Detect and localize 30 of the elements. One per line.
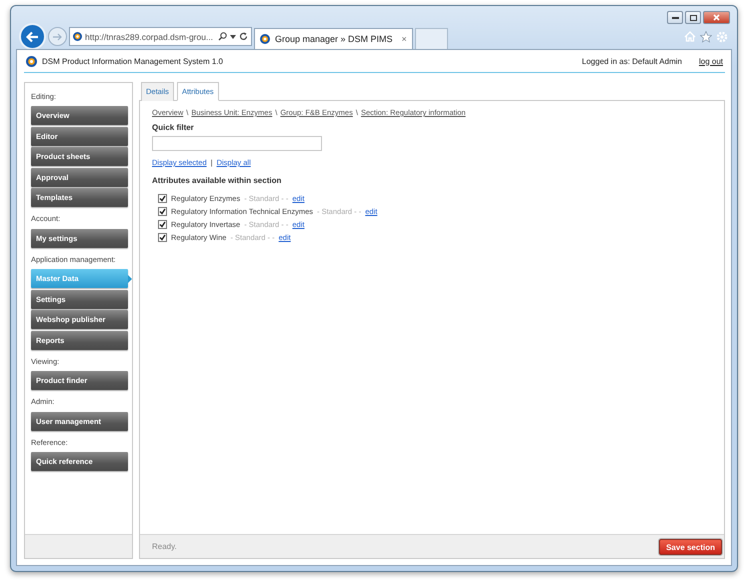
quick-filter-field[interactable] [152,136,322,151]
minimize-icon [672,16,678,18]
minimize-button[interactable] [667,11,683,24]
logged-in-user: Logged in as: Default Admin [582,56,682,66]
close-icon [713,14,720,21]
refresh-icon[interactable] [239,32,248,41]
browser-tab[interactable]: Group manager » DSM PIMS × [254,28,413,49]
logo-icon [73,32,82,41]
logo-icon [26,56,37,66]
logout-link[interactable]: log out [698,56,723,66]
section-heading: Attributes available within section [152,176,282,185]
maximize-button[interactable] [685,11,701,24]
checkbox[interactable] [158,207,167,216]
checkbox[interactable] [158,233,167,242]
logo-icon [260,34,270,44]
maximize-icon [690,14,696,20]
star-icon[interactable] [700,30,712,42]
filter-label: Quick filter [152,123,195,132]
close-button[interactable] [703,11,730,24]
checkbox[interactable] [158,194,167,203]
search-icon[interactable] [218,32,227,41]
back-arrow-icon [26,30,39,42]
forward-arrow-icon [53,32,62,40]
app-title: DSM Product Information Management System 1.0 [42,56,224,66]
dropdown-icon[interactable] [230,34,236,38]
checkbox[interactable] [158,220,167,229]
status-text: Ready. [152,542,177,551]
save-section-button[interactable]: Save section [659,538,722,554]
back-button[interactable] [19,23,46,50]
address-field[interactable]: http://tnras289.corpad.dsm-grou... [69,27,252,46]
